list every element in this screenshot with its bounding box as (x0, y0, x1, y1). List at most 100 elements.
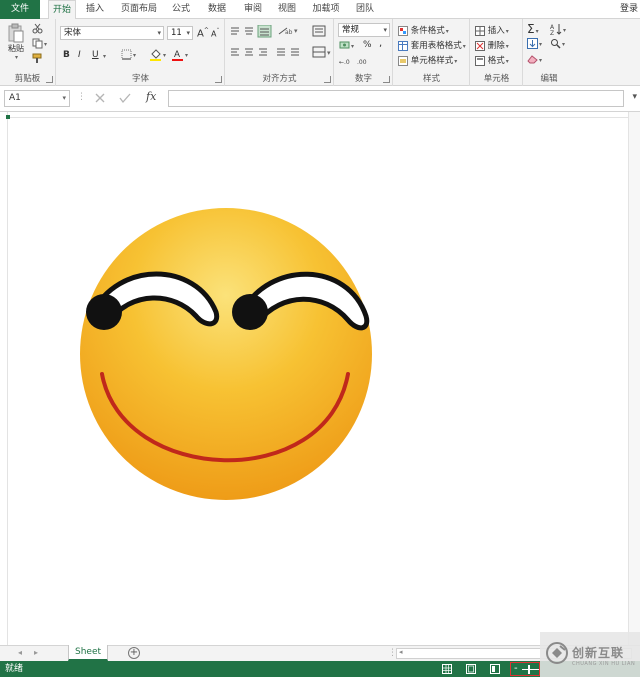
vertical-scrollbar[interactable] (628, 112, 640, 645)
eraser-icon (527, 55, 538, 64)
cell-styles-button[interactable]: 单元格样式▾ (398, 54, 457, 66)
shrink-font-button[interactable]: Aˇ (211, 28, 219, 39)
currency-button[interactable]: ▾ (339, 40, 354, 51)
number-launcher-icon[interactable] (383, 76, 390, 83)
decrease-decimal-icon: .00 (357, 59, 367, 65)
formula-bar: A1 ▾ ⋮ fx ▾ (0, 86, 640, 112)
comma-button[interactable]: , (379, 38, 382, 49)
tab-team[interactable]: 团队 (352, 0, 378, 19)
page-break-view-icon[interactable] (490, 664, 500, 674)
tab-addins[interactable]: 加载项 (308, 0, 344, 19)
zoom-slider[interactable]: - (510, 662, 540, 676)
copy-button[interactable]: ▾ (32, 38, 47, 49)
delete-cells-button[interactable]: 删除▾ (475, 39, 509, 51)
svg-text:.00: .00 (357, 59, 367, 65)
insert-function-button[interactable]: fx (146, 90, 156, 103)
sheet-tab[interactable]: Sheet (68, 645, 108, 661)
group-font: 宋体 ▾ 11 ▾ A^ Aˇ B I U ▾ ▾ ▾ A ▾ 字体 (57, 19, 225, 86)
conditional-format-button[interactable]: 条件格式▾ (398, 24, 449, 36)
group-label-cells: 单元格 (483, 74, 510, 84)
cell-styles-icon (398, 55, 408, 66)
format-cells-button[interactable]: 格式▾ (475, 54, 509, 66)
autosum-button[interactable]: Σ▾ (527, 22, 539, 36)
tab-view[interactable]: 视图 (274, 0, 300, 19)
add-sheet-button[interactable]: + (128, 647, 140, 659)
tab-page-layout[interactable]: 页面布局 (118, 0, 160, 19)
fill-color-button[interactable]: ▾ (149, 48, 166, 61)
tab-formulas[interactable]: 公式 (168, 0, 194, 19)
next-sheet-icon[interactable]: ▸ (34, 648, 38, 657)
prev-sheet-icon[interactable]: ◂ (18, 648, 22, 657)
zoom-thumb[interactable] (528, 665, 530, 674)
font-name-select[interactable]: 宋体 ▾ (60, 26, 164, 40)
clipboard-launcher-icon[interactable] (46, 76, 53, 83)
paste-label: 粘贴 (8, 44, 24, 53)
find-select-button[interactable]: ▾ (550, 38, 565, 49)
tab-file[interactable]: 文件 (0, 0, 40, 19)
worksheet-area[interactable] (0, 112, 640, 645)
grow-font-button[interactable]: A^ (197, 27, 209, 39)
alignment-buttons[interactable]: ab ▾ ▾ (229, 25, 333, 65)
sort-filter-button[interactable]: AZ ▾ (550, 23, 566, 35)
normal-view-icon[interactable] (442, 664, 452, 674)
status-ready: 就绪 (5, 664, 24, 674)
italic-button[interactable]: I (78, 50, 81, 60)
paste-dropdown-icon[interactable]: ▾ (7, 54, 26, 61)
sigma-icon: Σ (527, 22, 535, 36)
name-box-dropdown-icon: ▾ (62, 94, 66, 102)
increase-decimal-icon: ←.0 (339, 59, 350, 65)
enter-check-icon[interactable] (118, 92, 132, 104)
cancel-icon[interactable] (94, 92, 106, 104)
svg-text:Z: Z (550, 30, 554, 35)
alignment-launcher-icon[interactable] (324, 76, 331, 83)
paste-icon (8, 23, 24, 43)
copy-icon (32, 38, 43, 49)
column-ruler (8, 112, 628, 118)
cut-button[interactable] (32, 23, 43, 34)
name-box-value: A1 (9, 93, 21, 103)
left-pupil (86, 294, 122, 330)
expand-formula-bar-icon[interactable]: ▾ (632, 92, 637, 102)
watermark: 创新互联 CHUANG XIN HU LIAN (540, 632, 640, 677)
number-format-dropdown-icon: ▾ (383, 26, 387, 34)
font-launcher-icon[interactable] (215, 76, 222, 83)
grow-font-label: A (197, 28, 204, 40)
fill-button[interactable]: ▾ (527, 38, 542, 49)
tab-review[interactable]: 审阅 (240, 0, 266, 19)
underline-button[interactable]: U (92, 50, 99, 60)
insert-cells-button[interactable]: 插入▾ (475, 24, 509, 36)
tab-home[interactable]: 开始 (48, 0, 76, 20)
selected-cell-marker (6, 115, 10, 119)
scroll-left-icon[interactable]: ◂ (399, 648, 403, 656)
clear-button[interactable]: ▾ (527, 54, 542, 65)
format-cells-label: 格式 (487, 56, 505, 66)
tab-insert[interactable]: 插入 (82, 0, 108, 19)
format-painter-button[interactable] (32, 53, 43, 64)
percent-button[interactable]: % (363, 40, 372, 50)
scissors-icon (32, 23, 43, 34)
formula-buttons: fx (88, 90, 164, 107)
formula-input[interactable] (168, 90, 624, 107)
font-color-button[interactable]: A ▾ (171, 48, 188, 61)
border-icon (121, 49, 132, 60)
font-name-value: 宋体 (64, 28, 82, 38)
paste-button[interactable]: 粘贴 ▾ (6, 23, 26, 61)
page-layout-view-icon[interactable] (466, 664, 476, 674)
login-link[interactable]: 登录 (620, 0, 638, 19)
bold-button[interactable]: B (63, 50, 70, 60)
svg-text:▾: ▾ (294, 27, 298, 35)
increase-decimal-button[interactable]: ←.0 (339, 56, 353, 66)
border-button[interactable]: ▾ (121, 49, 136, 60)
number-format-select[interactable]: 常规 ▾ (338, 23, 390, 37)
font-size-select[interactable]: 11 ▾ (167, 26, 193, 40)
zoom-out-icon[interactable]: - (514, 663, 518, 675)
format-as-table-button[interactable]: 套用表格格式▾ (398, 39, 466, 51)
tab-data[interactable]: 数据 (204, 0, 230, 19)
name-box[interactable]: A1 ▾ (4, 90, 70, 107)
group-label-editing: 编辑 (540, 74, 558, 84)
decrease-decimal-button[interactable]: .00 (357, 56, 371, 66)
formula-bar-grip-icon: ⋮ (77, 92, 86, 102)
smiley-face-image[interactable] (78, 204, 378, 504)
underline-dropdown-icon[interactable]: ▾ (102, 51, 106, 61)
watermark-text: 创新互联 (572, 646, 625, 660)
